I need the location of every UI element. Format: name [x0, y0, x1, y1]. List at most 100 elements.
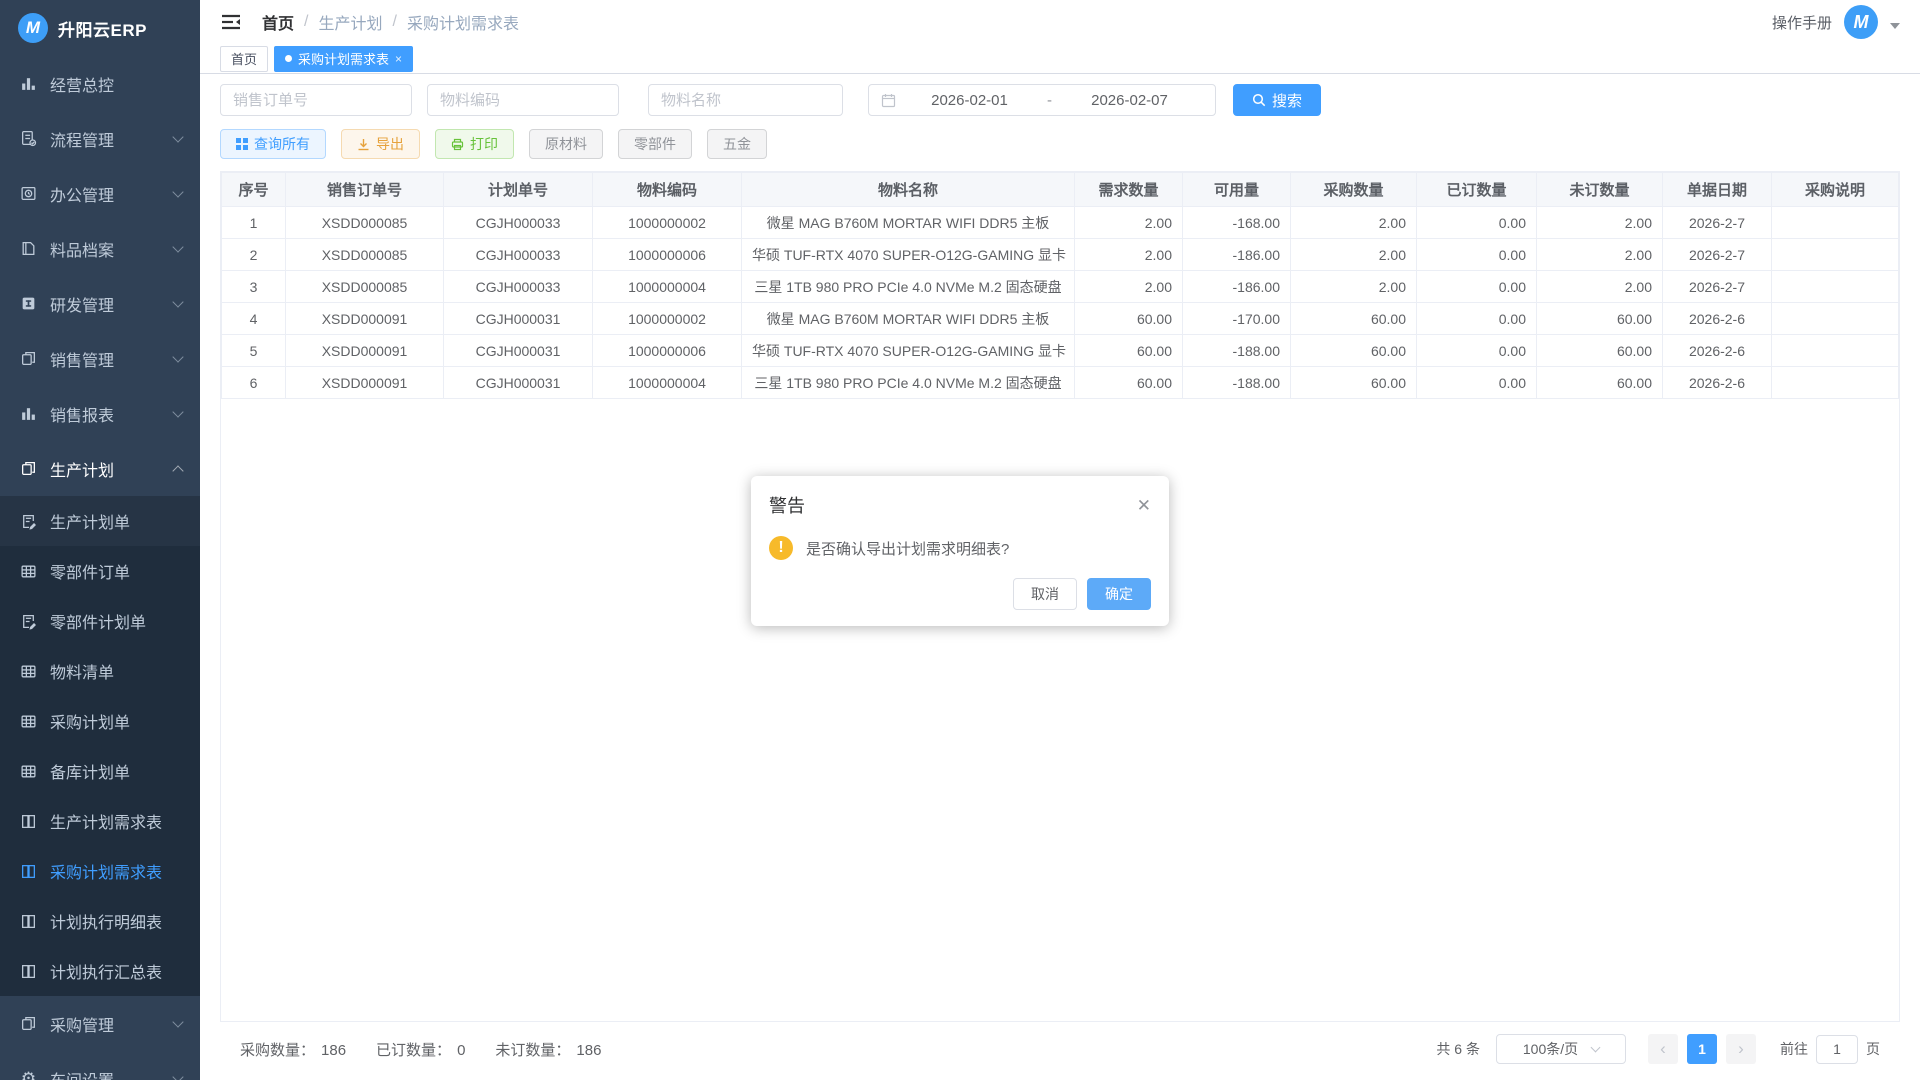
column-header: 销售订单号	[286, 173, 444, 207]
tab-purchase-demand-report[interactable]: 采购计划需求表 ×	[274, 46, 413, 72]
sidebar-item-purchase-demand-report[interactable]: 采购计划需求表	[0, 846, 200, 896]
research-icon	[20, 295, 37, 312]
column-header: 采购数量	[1291, 173, 1417, 207]
page-footer: 采购数量：186 已订数量：0 未订数量：186 共 6 条 100条/页 ‹ …	[220, 1022, 1900, 1080]
column-header: 序号	[222, 173, 286, 207]
column-header: 已订数量	[1417, 173, 1537, 207]
goto-page-input[interactable]	[1816, 1035, 1858, 1064]
navbar-right: 操作手册 M	[1772, 5, 1900, 39]
breadcrumb-home[interactable]: 首页	[262, 10, 294, 34]
column-header: 物料编码	[593, 173, 742, 207]
caret-down-icon[interactable]	[1890, 23, 1900, 29]
page-size-select[interactable]: 100条/页	[1496, 1034, 1626, 1064]
app-title: 升阳云ERP	[58, 16, 147, 41]
sidebar-item-material-archive[interactable]: 料品档案	[0, 221, 200, 276]
close-icon[interactable]: ✕	[1137, 497, 1151, 514]
office-icon	[20, 185, 37, 202]
production-plan-submenu: 生产计划单 零部件订单 零部件计划单 物料清单	[0, 496, 200, 996]
chevron-down-icon	[172, 186, 183, 197]
sidebar-item-workflow[interactable]: 流程管理	[0, 111, 200, 166]
chevron-down-icon	[172, 241, 183, 252]
date-range-picker[interactable]: 2026-02-01 - 2026-02-07	[868, 84, 1216, 116]
parts-button[interactable]: 零部件	[618, 129, 692, 159]
navbar: 首页 / 生产计划 / 采购计划需求表 操作手册 M	[200, 0, 1920, 44]
breadcrumb-production-plan: 生产计划	[318, 10, 382, 34]
total-count: 共 6 条	[1436, 1039, 1480, 1059]
dialog-footer: 取消 确定	[751, 570, 1169, 626]
sidebar-item-plan-execution-summary[interactable]: 计划执行汇总表	[0, 946, 200, 996]
report-icon	[20, 405, 37, 422]
calendar-icon	[881, 93, 896, 108]
dialog-message: 是否确认导出计划需求明细表?	[806, 538, 1009, 559]
sidebar-item-sales[interactable]: 销售管理	[0, 331, 200, 386]
sidebar-item-business-overview[interactable]: 经营总控	[0, 56, 200, 111]
manual-link[interactable]: 操作手册	[1772, 12, 1832, 33]
sidebar-item-material-list[interactable]: 物料清单	[0, 646, 200, 696]
dialog-header: 警告 ✕	[751, 476, 1169, 524]
table-row[interactable]: 1 XSDD000085 CGJH000033 1000000002 微星 MA…	[222, 207, 1899, 239]
sidebar-item-production-plan-order[interactable]: 生产计划单	[0, 496, 200, 546]
date-start-value: 2026-02-01	[896, 92, 1043, 109]
sidebar-item-stock-plan-order[interactable]: 备库计划单	[0, 746, 200, 796]
breadcrumb: 首页 / 生产计划 / 采购计划需求表	[262, 10, 519, 34]
sidebar-item-purchase-management[interactable]: 采购管理	[0, 996, 200, 1051]
sidebar-item-purchase-plan-order[interactable]: 采购计划单	[0, 696, 200, 746]
cancel-button[interactable]: 取消	[1013, 578, 1077, 610]
printer-icon	[451, 138, 464, 151]
date-range-separator: -	[1043, 92, 1056, 109]
hardware-button[interactable]: 五金	[707, 129, 767, 159]
document-edit-icon	[20, 513, 37, 530]
date-end-value: 2026-02-07	[1056, 92, 1203, 109]
sales-order-input[interactable]	[220, 84, 412, 116]
stat-unordered-qty: 未订数量：186	[495, 1039, 601, 1060]
sidebar-collapse-icon[interactable]	[220, 13, 242, 31]
table-row[interactable]: 3 XSDD000085 CGJH000033 1000000004 三星 1T…	[222, 271, 1899, 303]
search-icon	[1252, 93, 1266, 107]
sidebar-item-production-demand-report[interactable]: 生产计划需求表	[0, 796, 200, 846]
dialog-title: 警告	[769, 492, 805, 518]
chevron-down-icon	[172, 406, 183, 417]
confirm-button[interactable]: 确定	[1087, 578, 1151, 610]
workflow-icon	[20, 130, 37, 147]
production-icon	[20, 460, 37, 477]
breadcrumb-separator: /	[304, 13, 308, 31]
column-header: 单据日期	[1663, 173, 1772, 207]
grid-table-icon	[20, 713, 37, 730]
table-header-row: 序号 销售订单号 计划单号 物料编码 物料名称 需求数量 可用量 采购数量 已订…	[222, 173, 1899, 207]
sales-icon	[20, 350, 37, 367]
table-row[interactable]: 4 XSDD000091 CGJH000031 1000000002 微星 MA…	[222, 303, 1899, 335]
tab-close-icon[interactable]: ×	[395, 53, 402, 65]
open-book-icon	[20, 913, 37, 930]
chevron-down-icon	[172, 296, 183, 307]
sidebar-item-workshop-settings[interactable]: ⚙ 车间设置	[0, 1051, 200, 1080]
tab-home[interactable]: 首页	[220, 46, 268, 72]
archive-icon	[20, 240, 37, 257]
sidebar-item-parts-plan-order[interactable]: 零部件计划单	[0, 596, 200, 646]
sidebar-item-research[interactable]: 研发管理	[0, 276, 200, 331]
sidebar-item-sales-report[interactable]: 销售报表	[0, 386, 200, 441]
search-button[interactable]: 搜索	[1233, 84, 1321, 116]
download-icon	[357, 138, 370, 151]
column-header: 计划单号	[444, 173, 593, 207]
column-header: 需求数量	[1075, 173, 1183, 207]
table-row[interactable]: 2 XSDD000085 CGJH000033 1000000006 华硕 TU…	[222, 239, 1899, 271]
table-row[interactable]: 6 XSDD000091 CGJH000031 1000000004 三星 1T…	[222, 367, 1899, 399]
prev-page-button[interactable]: ‹	[1648, 1034, 1678, 1064]
open-book-icon	[20, 863, 37, 880]
sidebar-item-plan-execution-detail[interactable]: 计划执行明细表	[0, 896, 200, 946]
material-name-input[interactable]	[648, 84, 843, 116]
print-button[interactable]: 打印	[435, 129, 514, 159]
export-button[interactable]: 导出	[341, 129, 420, 159]
raw-material-button[interactable]: 原材料	[529, 129, 603, 159]
material-code-input[interactable]	[427, 84, 619, 116]
current-page-button[interactable]: 1	[1687, 1034, 1717, 1064]
query-all-button[interactable]: 查询所有	[220, 129, 326, 159]
sidebar-item-production-plan[interactable]: 生产计划	[0, 441, 200, 496]
app-logo: M 升阳云ERP	[0, 0, 200, 56]
sidebar-item-office[interactable]: 办公管理	[0, 166, 200, 221]
grid-table-icon	[20, 763, 37, 780]
avatar[interactable]: M	[1844, 5, 1878, 39]
table-row[interactable]: 5 XSDD000091 CGJH000031 1000000006 华硕 TU…	[222, 335, 1899, 367]
sidebar-item-parts-order[interactable]: 零部件订单	[0, 546, 200, 596]
next-page-button[interactable]: ›	[1726, 1034, 1756, 1064]
